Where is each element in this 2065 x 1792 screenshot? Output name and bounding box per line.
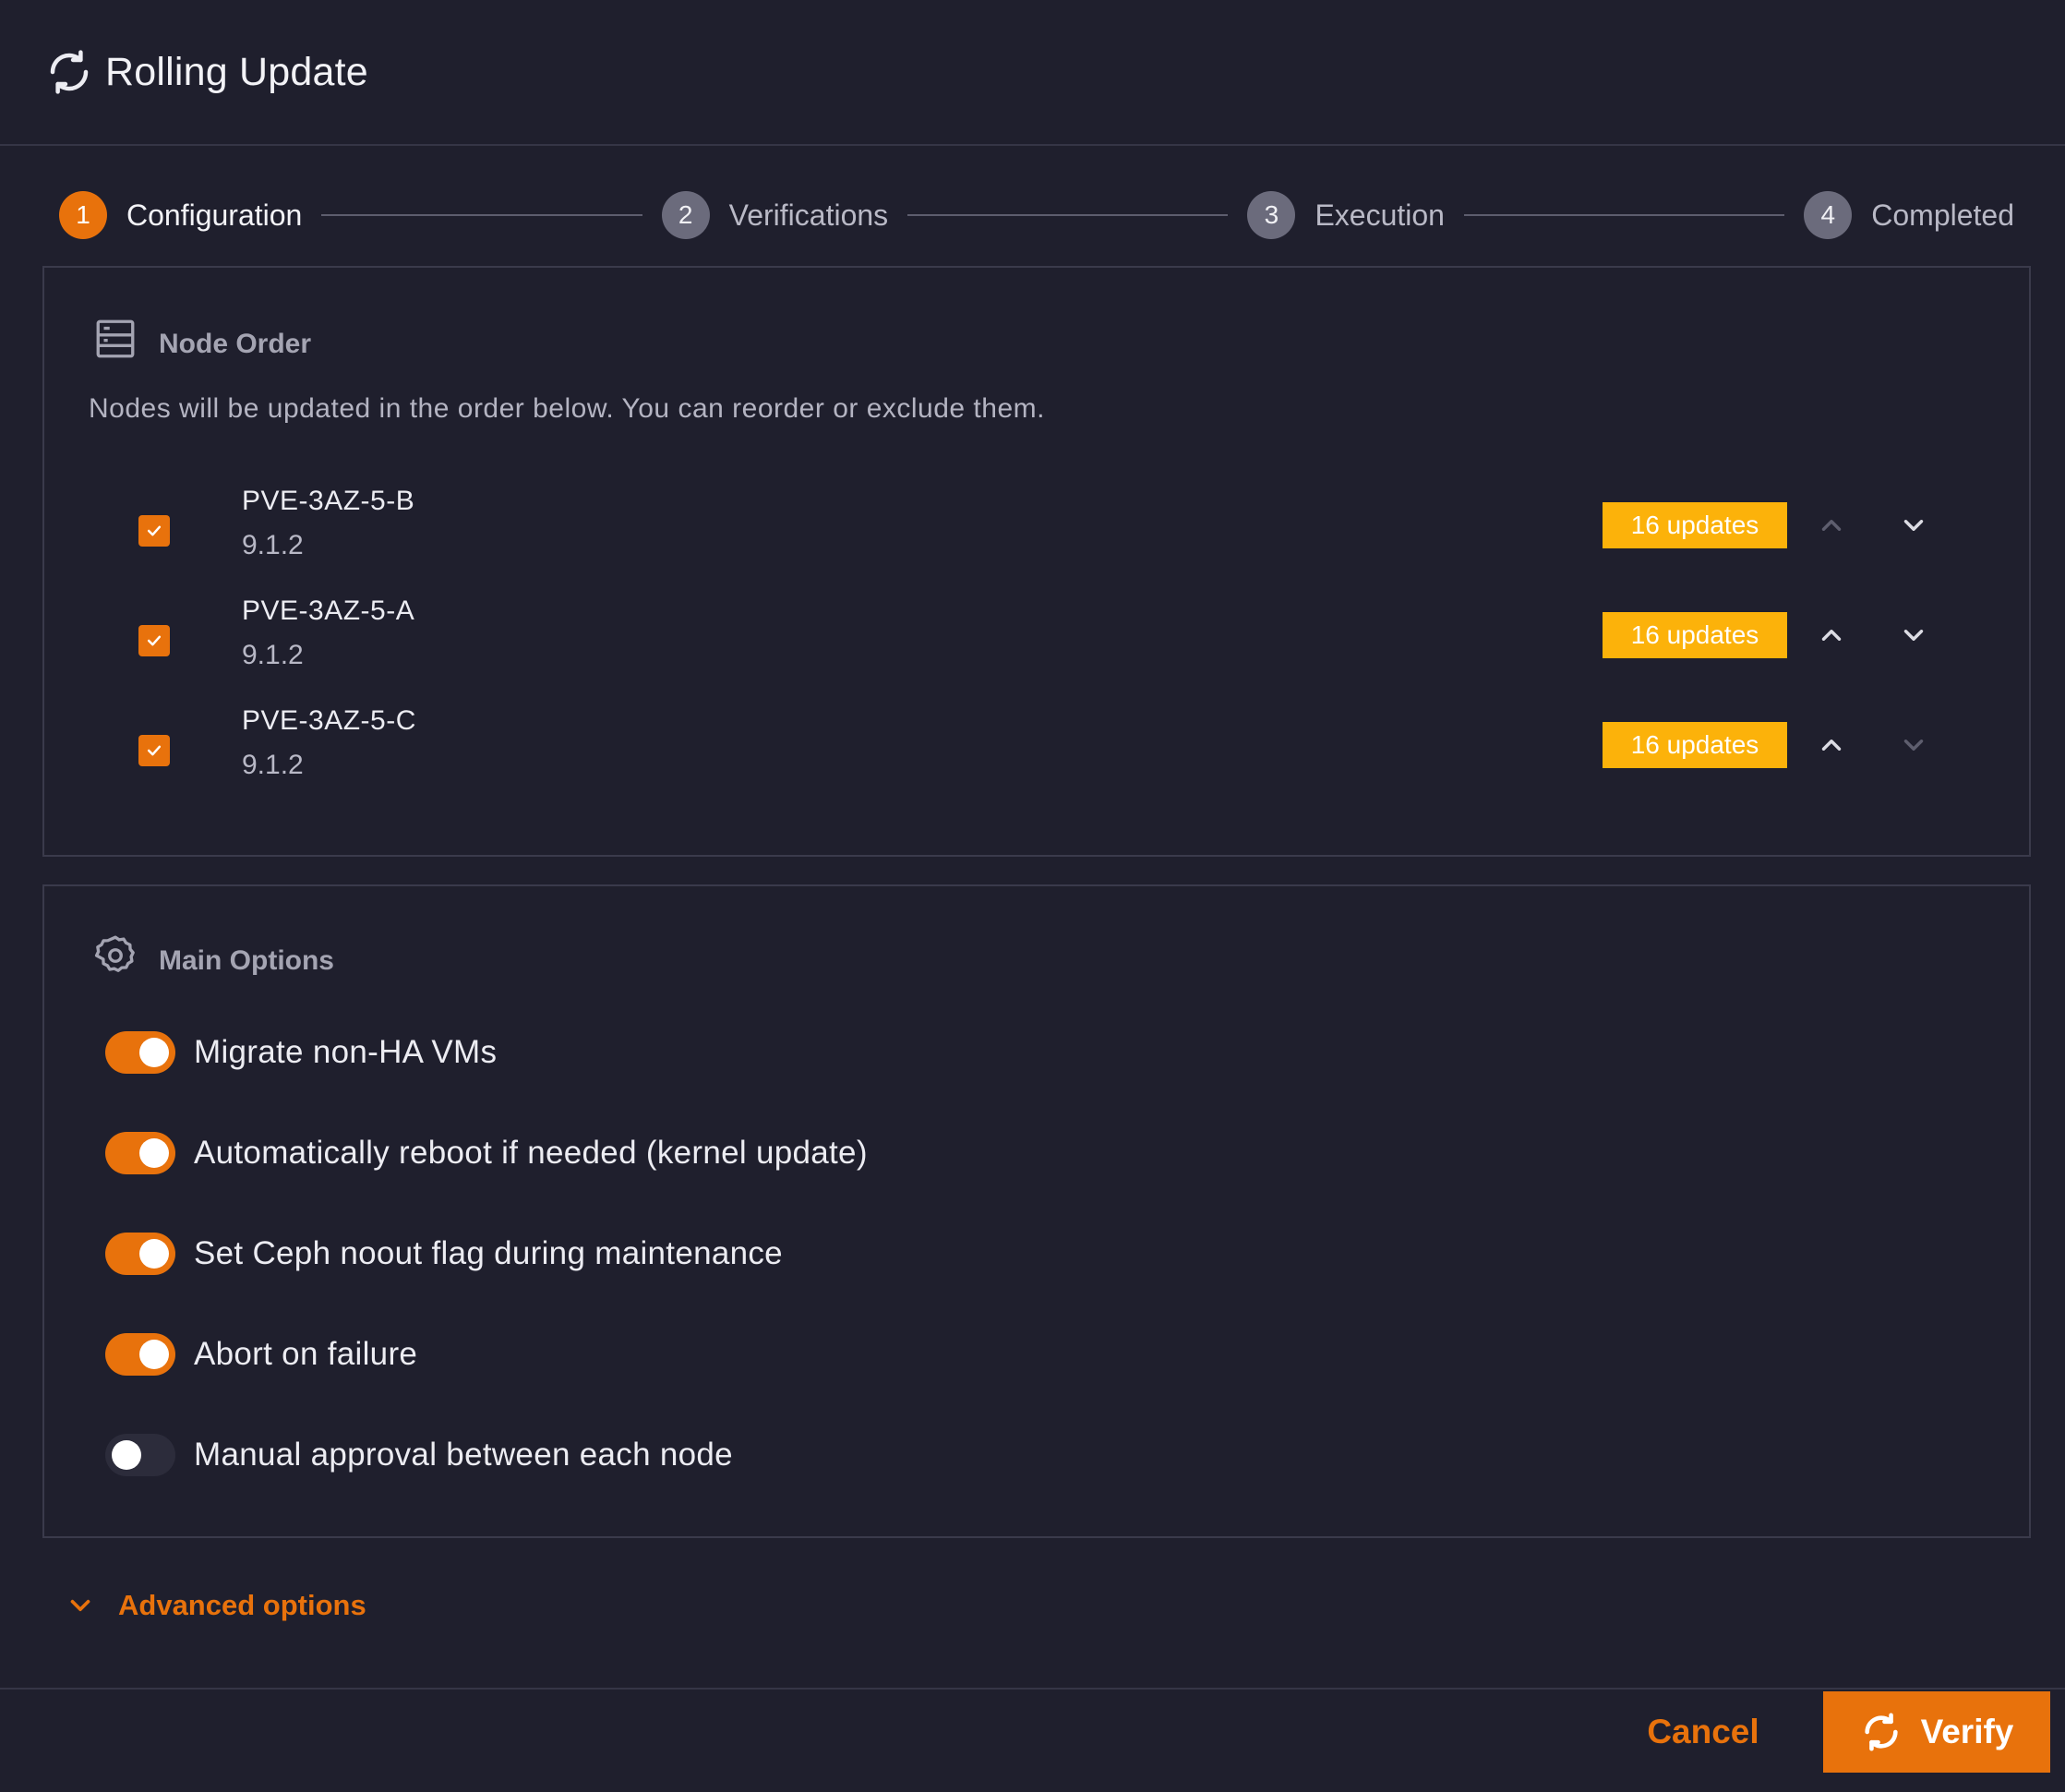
updates-badge: 16 updates bbox=[1603, 612, 1787, 658]
option-label: Automatically reboot if needed (kernel u… bbox=[194, 1135, 868, 1171]
step-number: 2 bbox=[661, 191, 710, 239]
step-label: Execution bbox=[1315, 198, 1445, 232]
panel-title: Node Order bbox=[159, 329, 312, 359]
step-execution: 3 Execution bbox=[1247, 191, 1445, 239]
chevron-down-icon bbox=[1903, 740, 1924, 751]
node-checkbox[interactable] bbox=[138, 625, 170, 656]
toggle-knob bbox=[139, 1239, 169, 1269]
advanced-options-toggle[interactable]: Advanced options bbox=[65, 1584, 366, 1627]
step-configuration: 1 Configuration bbox=[59, 191, 302, 239]
toggle-switch[interactable] bbox=[105, 1031, 175, 1074]
option-label: Set Ceph noout flag during maintenance bbox=[194, 1235, 783, 1271]
node-version: 9.1.2 bbox=[242, 640, 304, 670]
move-down-button[interactable] bbox=[1892, 724, 1935, 766]
chevron-down-icon bbox=[1903, 520, 1924, 531]
node-version: 9.1.2 bbox=[242, 750, 304, 780]
step-label: Completed bbox=[1871, 198, 2014, 232]
main-options-panel: Main Options Migrate non-HA VMs Automati… bbox=[42, 884, 2031, 1538]
node-name: PVE-3AZ-5-B bbox=[242, 486, 415, 516]
panel-title: Main Options bbox=[159, 945, 334, 976]
step-connector bbox=[1463, 214, 1785, 216]
toggle-knob bbox=[112, 1440, 141, 1470]
node-order-panel: Node Order Nodes will be updated in the … bbox=[42, 266, 2031, 857]
move-down-button[interactable] bbox=[1892, 504, 1935, 547]
option-manual-approval: Manual approval between each node bbox=[105, 1427, 733, 1483]
updates-badge: 16 updates bbox=[1603, 722, 1787, 768]
chevron-down-icon bbox=[70, 1599, 90, 1612]
node-name: PVE-3AZ-5-A bbox=[242, 595, 415, 626]
move-down-button[interactable] bbox=[1892, 614, 1935, 656]
option-migrate-non-ha: Migrate non-HA VMs bbox=[105, 1025, 497, 1080]
node-row: PVE-3AZ-5-C 9.1.2 16 updates bbox=[44, 700, 2029, 792]
advanced-options-label: Advanced options bbox=[118, 1589, 366, 1621]
sync-icon bbox=[50, 50, 89, 94]
option-abort-on-failure: Abort on failure bbox=[105, 1327, 417, 1382]
main-options-header: Main Options bbox=[92, 932, 334, 979]
node-order-description: Nodes will be updated in the order below… bbox=[89, 393, 1045, 424]
node-order-header: Node Order bbox=[92, 316, 311, 362]
step-connector bbox=[321, 214, 642, 216]
updates-badge: 16 updates bbox=[1603, 502, 1787, 548]
node-checkbox[interactable] bbox=[138, 735, 170, 766]
toggle-switch[interactable] bbox=[105, 1233, 175, 1275]
chevron-up-icon bbox=[1821, 630, 1842, 641]
node-version: 9.1.2 bbox=[242, 530, 304, 560]
move-up-button[interactable] bbox=[1810, 614, 1853, 656]
rolling-update-dialog: Rolling Update 1 Configuration 2 Verific… bbox=[0, 0, 2065, 1792]
option-auto-reboot: Automatically reboot if needed (kernel u… bbox=[105, 1125, 868, 1181]
check-icon bbox=[147, 745, 162, 756]
chevron-up-icon bbox=[1821, 520, 1842, 531]
node-row: PVE-3AZ-5-B 9.1.2 16 updates bbox=[44, 480, 2029, 572]
wizard-stepper: 1 Configuration 2 Verifications 3 Execut… bbox=[59, 188, 2014, 242]
toggle-switch[interactable] bbox=[105, 1333, 175, 1376]
option-label: Abort on failure bbox=[194, 1336, 418, 1372]
dialog-title: Rolling Update bbox=[105, 49, 368, 94]
check-icon bbox=[147, 525, 162, 536]
sync-icon bbox=[1864, 1713, 1898, 1751]
verify-button[interactable]: Verify bbox=[1823, 1691, 2050, 1773]
node-checkbox[interactable] bbox=[138, 515, 170, 547]
check-icon bbox=[147, 635, 162, 646]
chevron-up-icon bbox=[1821, 740, 1842, 751]
step-label: Configuration bbox=[126, 198, 303, 232]
chevron-down-icon bbox=[1903, 630, 1924, 641]
verify-label: Verify bbox=[1920, 1713, 2014, 1750]
toggle-switch[interactable] bbox=[105, 1434, 175, 1476]
toggle-knob bbox=[139, 1340, 169, 1369]
option-label: Manual approval between each node bbox=[194, 1437, 733, 1473]
option-ceph-noout: Set Ceph noout flag during maintenance bbox=[105, 1226, 783, 1281]
cancel-button[interactable]: Cancel bbox=[1634, 1701, 1772, 1763]
move-up-button[interactable] bbox=[1810, 504, 1853, 547]
node-row: PVE-3AZ-5-A 9.1.2 16 updates bbox=[44, 590, 2029, 682]
step-number: 3 bbox=[1247, 191, 1296, 239]
step-completed: 4 Completed bbox=[1804, 191, 2014, 239]
step-connector bbox=[907, 214, 1229, 216]
toggle-knob bbox=[139, 1138, 169, 1168]
dialog-header: Rolling Update bbox=[0, 0, 2065, 146]
step-number: 4 bbox=[1804, 191, 1853, 239]
toggle-knob bbox=[139, 1038, 169, 1067]
gear-icon bbox=[94, 935, 135, 972]
step-number: 1 bbox=[59, 191, 107, 239]
step-label: Verifications bbox=[728, 198, 889, 232]
node-name: PVE-3AZ-5-C bbox=[242, 705, 416, 736]
option-label: Migrate non-HA VMs bbox=[194, 1034, 498, 1070]
toggle-switch[interactable] bbox=[105, 1132, 175, 1174]
move-up-button[interactable] bbox=[1810, 724, 1853, 766]
server-icon bbox=[96, 319, 135, 358]
step-verifications: 2 Verifications bbox=[661, 191, 889, 239]
